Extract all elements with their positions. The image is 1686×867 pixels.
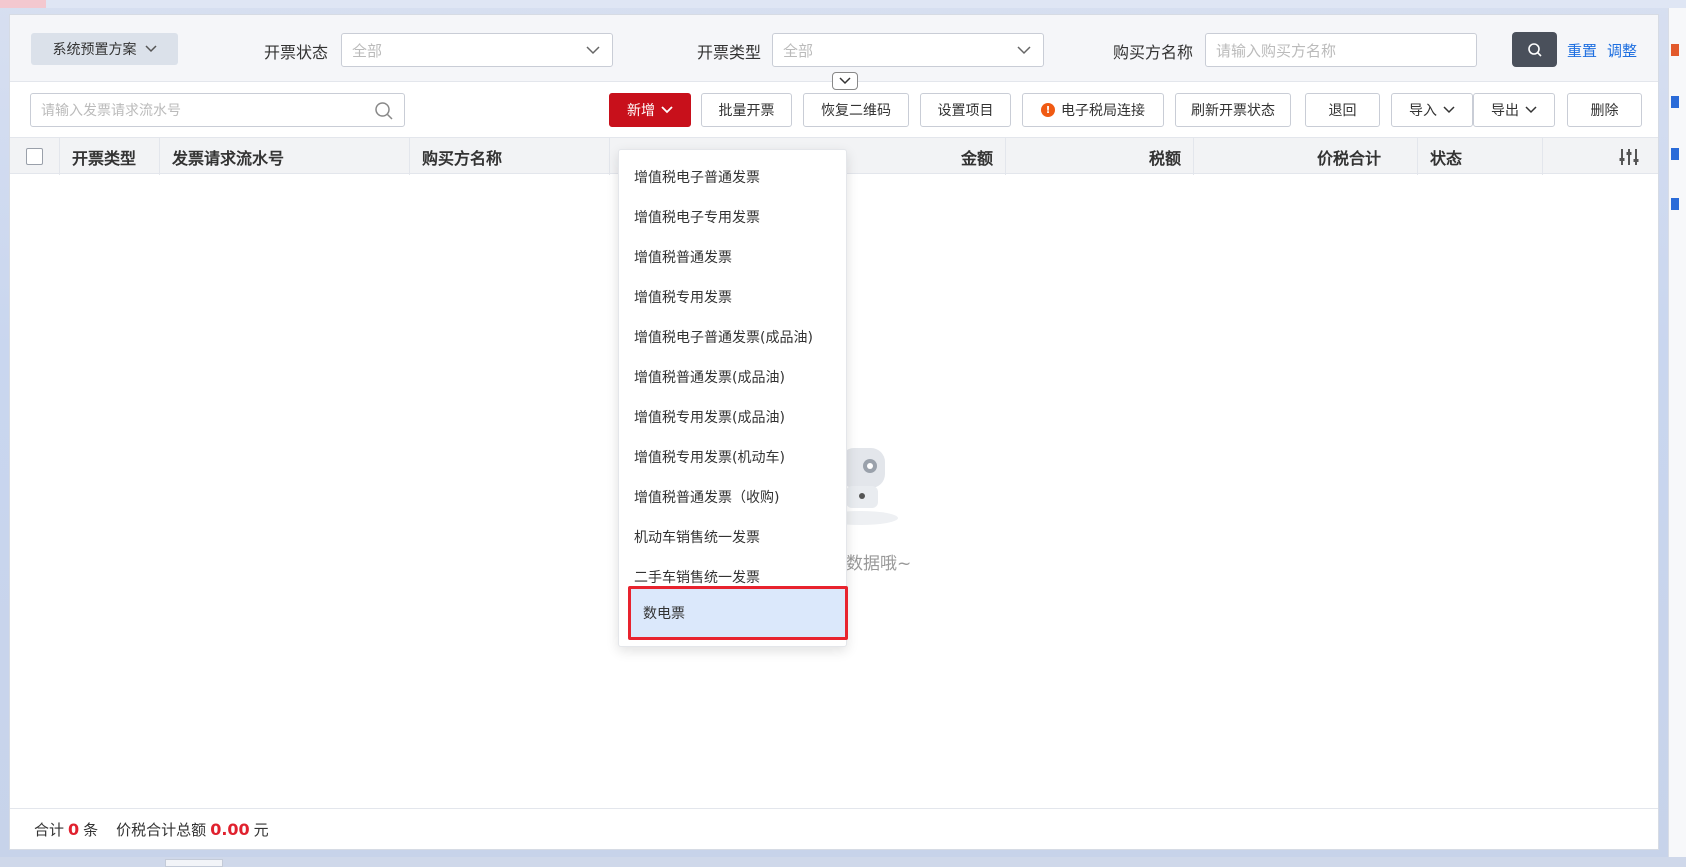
chevron-down-icon [586,46,600,55]
batch-invoice-label: 批量开票 [718,103,775,119]
warning-icon: ! [1041,103,1055,117]
menu-item[interactable]: 增值税专用发票 [619,279,846,315]
scheme-selector[interactable]: 系统预置方案 [31,33,178,65]
summary-footer: 合计 0 条 价税合计总额 0.00 元 [10,808,1658,849]
side-mark-icon [1671,148,1679,160]
collapse-toggle[interactable] [832,72,858,90]
menu-item[interactable]: 增值税电子专用发票 [619,199,846,235]
buyer-filter-input[interactable]: 请输入购买方名称 [1205,33,1477,67]
return-button[interactable]: 退回 [1305,93,1380,127]
menu-item[interactable]: 增值税专用发票(机动车) [619,439,846,475]
chevron-down-icon [144,45,157,53]
settings-items-button[interactable]: 设置项目 [920,93,1011,127]
side-panel-edge [1668,8,1686,858]
adjust-link[interactable]: 调整 [1607,40,1637,61]
column-header[interactable]: 状态 [1418,138,1543,175]
search-icon [1527,42,1542,57]
serial-search-input[interactable]: 请输入发票请求流水号 [30,93,405,127]
column-header[interactable]: 价税合计 [1194,138,1418,175]
status-filter-select[interactable]: 全部 [341,33,613,67]
tax-bureau-connect-label: 电子税局连接 [1061,103,1145,119]
menu-item[interactable]: 增值税电子普通发票 [619,159,846,195]
add-button-label: 新增 [627,103,655,119]
bottom-strip [0,857,1686,867]
menu-item-selected[interactable]: 数电票 [628,586,848,640]
status-filter-label: 开票状态 [264,43,329,62]
total-count: 0 [68,819,80,839]
menu-item[interactable]: 增值税电子普通发票(成品油) [619,319,846,355]
side-mark-icon [1671,198,1679,210]
chevron-down-icon [1443,106,1455,114]
menu-item[interactable]: 机动车销售统一发票 [619,519,846,555]
type-filter-select[interactable]: 全部 [772,33,1044,67]
column-settings-icon[interactable] [1618,147,1640,167]
select-all-checkbox[interactable] [26,148,43,165]
side-mark-icon [1671,44,1679,56]
select-all-cell [10,138,60,175]
export-label: 导出 [1491,103,1519,119]
import-button[interactable]: 导入 [1391,93,1473,127]
column-header[interactable]: 购买方名称 [410,138,610,175]
invoice-list-panel: 系统预置方案 开票状态 全部 开票类型 全部 购买方名称 请输入购买方名称 重置… [9,14,1659,850]
sum-unit: 元 [253,820,269,839]
delete-label: 删除 [1590,103,1619,119]
delete-button[interactable]: 删除 [1567,93,1642,127]
type-filter-value: 全部 [783,41,814,60]
menu-item[interactable]: 增值税普通发票（收购) [619,479,846,515]
column-header[interactable]: 开票类型 [60,138,160,175]
empty-state-text: 数据哦~ [846,554,912,574]
restore-qr-button[interactable]: 恢复二维码 [803,93,909,127]
column-header[interactable]: 税额 [1006,138,1194,175]
refresh-status-label: 刷新开票状态 [1191,103,1275,119]
search-icon [375,102,393,120]
menu-item[interactable]: 增值税专用发票(成品油) [619,399,846,435]
total-count-unit: 条 [83,820,99,839]
export-button[interactable]: 导出 [1473,93,1555,127]
restore-qr-label: 恢复二维码 [821,103,891,119]
chevron-down-icon [1525,106,1537,114]
serial-search-placeholder: 请输入发票请求流水号 [41,103,181,119]
chevron-down-icon [661,106,673,114]
scheme-label: 系统预置方案 [52,42,137,58]
search-button[interactable] [1512,32,1557,67]
column-header[interactable]: 发票请求流水号 [160,138,410,175]
settings-items-label: 设置项目 [937,103,994,119]
status-filter-value: 全部 [352,41,383,60]
menu-item[interactable]: 增值税普通发票(成品油) [619,359,846,395]
buyer-filter-label: 购买方名称 [1113,43,1194,62]
type-filter-label: 开票类型 [697,43,762,62]
batch-invoice-button[interactable]: 批量开票 [701,93,792,127]
tax-bureau-connect-button[interactable]: ! 电子税局连接 [1022,93,1164,127]
window-top-strip [0,0,1686,8]
buyer-filter-placeholder: 请输入购买方名称 [1216,41,1337,60]
add-button[interactable]: 新增 [609,93,691,127]
chevron-down-icon [1017,46,1031,55]
total-prefix: 合计 [34,820,65,839]
reset-link[interactable]: 重置 [1567,40,1597,61]
return-label: 退回 [1328,103,1357,119]
column-settings-cell [1543,138,1660,175]
refresh-status-button[interactable]: 刷新开票状态 [1175,93,1291,127]
import-label: 导入 [1409,103,1437,119]
window-accent [0,0,46,8]
add-dropdown-menu: 增值税电子普通发票 增值税电子专用发票 增值税普通发票 增值税专用发票 增值税电… [618,149,848,647]
menu-item[interactable]: 增值税普通发票 [619,239,846,275]
bottom-tab[interactable] [165,859,223,867]
sum-label: 价税合计总额 [116,820,207,839]
sum-value: 0.00 [210,819,250,839]
chevron-down-icon [839,77,851,85]
side-mark-icon [1671,96,1679,108]
